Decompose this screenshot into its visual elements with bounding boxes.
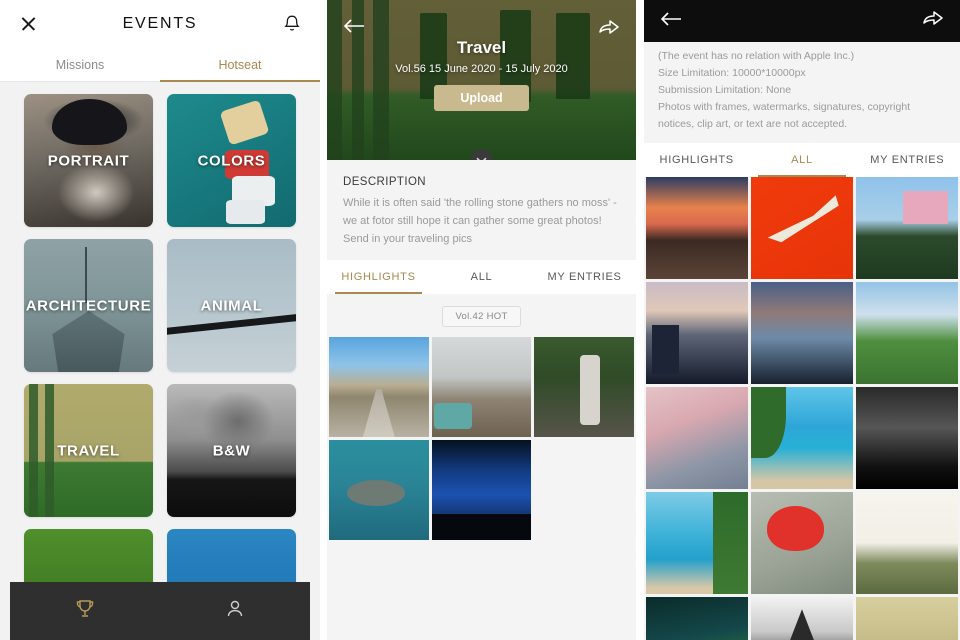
panel-divider-1 (320, 0, 327, 640)
category-card-colors[interactable]: COLORS (167, 94, 296, 227)
event-title: Travel (456, 38, 507, 57)
category-label: ANIMAL (200, 297, 263, 314)
bottom-navigation (10, 582, 310, 640)
event-hero: Travel Vol.56 15 June 2020 - 15 July 202… (327, 0, 636, 160)
category-card-portrait[interactable]: PORTRAIT (24, 94, 153, 227)
tab-missions[interactable]: Missions (0, 48, 160, 81)
vol-chip-row: Vol.42 HOT (327, 294, 636, 338)
category-label: PORTRAIT (47, 152, 130, 169)
photo-rose-closeup[interactable] (646, 387, 748, 489)
category-label: ARCHITECTURE (25, 297, 152, 314)
trophy-icon (73, 597, 97, 626)
tab-highlights-label: HIGHLIGHTS (341, 271, 416, 284)
tab-hotseat-label: Hotseat (218, 57, 262, 72)
close-icon[interactable] (18, 13, 40, 35)
category-label: B&W (212, 442, 251, 459)
photo-seal[interactable] (329, 440, 429, 540)
tab-highlights-label: HIGHLIGHTS (659, 154, 734, 166)
category-grid: PORTRAIT COLORS ARCHITECTURE ANIMAL TRAV… (0, 82, 320, 640)
rules-section: (The event has no relation with Apple In… (644, 42, 960, 143)
tab-my-entries[interactable]: MY ENTRIES (533, 260, 636, 294)
tab-my-entries-label: MY ENTRIES (870, 154, 945, 166)
photo-city-dusk[interactable] (646, 282, 748, 384)
rule-line-2: Size Limitation: 10000*10000px (658, 67, 806, 79)
photo-red-tulip[interactable] (751, 492, 853, 594)
tab-my-entries-label: MY ENTRIES (547, 271, 622, 284)
photo-birds-lake[interactable] (751, 282, 853, 384)
events-tabs: Missions Hotseat (0, 48, 320, 82)
nav-item-trophy[interactable] (10, 597, 160, 626)
event-detail-panel: Travel Vol.56 15 June 2020 - 15 July 202… (327, 0, 636, 640)
hero-text: Travel Vol.56 15 June 2020 - 15 July 202… (327, 38, 636, 111)
events-panel: EVENTS Missions Hotseat PORTRAIT COLORS (0, 0, 320, 640)
events-header: EVENTS (0, 0, 320, 48)
share-icon[interactable] (922, 9, 944, 34)
photo-orange-swoosh[interactable] (751, 177, 853, 279)
tab-all-label: ALL (791, 154, 813, 166)
tab-all[interactable]: ALL (749, 143, 854, 177)
tab-hotseat[interactable]: Hotseat (160, 48, 320, 82)
photo-sunset-mountain[interactable] (646, 177, 748, 279)
description-section: DESCRIPTION While it is often said 'the … (327, 160, 636, 261)
tab-highlights[interactable]: HIGHLIGHTS (327, 260, 430, 295)
category-card-travel[interactable]: TRAVEL (24, 384, 153, 517)
category-card-bw[interactable]: B&W (167, 384, 296, 517)
photo-green-hills[interactable] (856, 282, 958, 384)
event-tabs: HIGHLIGHTS ALL MY ENTRIES (327, 260, 636, 295)
category-label: COLORS (197, 152, 266, 169)
tab-highlights[interactable]: HIGHLIGHTS (644, 143, 749, 177)
tab-my-entries[interactable]: MY ENTRIES (855, 143, 960, 177)
entries-photo-grid (644, 177, 960, 640)
tab-all[interactable]: ALL (430, 260, 533, 294)
nav-item-profile[interactable] (160, 597, 310, 626)
photo-car[interactable] (431, 337, 532, 438)
upload-button[interactable]: Upload (434, 85, 529, 111)
panel-divider-2 (636, 0, 644, 640)
tab-all-label: ALL (470, 271, 493, 284)
entries-panel: (The event has no relation with Apple In… (644, 0, 960, 640)
person-icon (223, 597, 247, 626)
photo-beach-tree[interactable] (646, 492, 748, 594)
photo-white-hillside[interactable] (856, 492, 958, 594)
page-title: EVENTS (122, 15, 198, 32)
photo-birch-forest[interactable] (856, 597, 958, 640)
tab-missions-label: Missions (55, 57, 105, 72)
back-arrow-icon[interactable] (660, 11, 682, 32)
photo-milky-way[interactable] (646, 597, 748, 640)
event-photo-grid (327, 337, 636, 540)
entries-toolbar (644, 0, 960, 42)
photo-road[interactable] (329, 337, 429, 438)
vol-hot-chip[interactable]: Vol.42 HOT (442, 306, 521, 328)
photo-aquarium[interactable] (431, 440, 532, 540)
rule-line-4: Photos with frames, watermarks, signatur… (658, 101, 911, 130)
event-dates: Vol.56 15 June 2020 - 15 July 2020 (395, 63, 568, 75)
description-body: While it is often said 'the rolling ston… (343, 197, 617, 246)
category-label: TRAVEL (57, 442, 120, 459)
photo-pink-building[interactable] (856, 177, 958, 279)
photo-tropical-palms[interactable] (751, 387, 853, 489)
entries-tabs: HIGHLIGHTS ALL MY ENTRIES (644, 143, 960, 177)
category-card-animal[interactable]: ANIMAL (167, 239, 296, 372)
bell-icon[interactable] (282, 13, 302, 35)
description-heading: DESCRIPTION (343, 176, 426, 188)
photo-bw-sky[interactable] (856, 387, 958, 489)
photo-bw-architecture[interactable] (751, 597, 853, 640)
rule-line-3: Submission Limitation: None (658, 84, 792, 96)
rule-line-1: (The event has no relation with Apple In… (658, 50, 855, 62)
photo-climb[interactable] (534, 337, 634, 438)
category-card-architecture[interactable]: ARCHITECTURE (24, 239, 153, 372)
